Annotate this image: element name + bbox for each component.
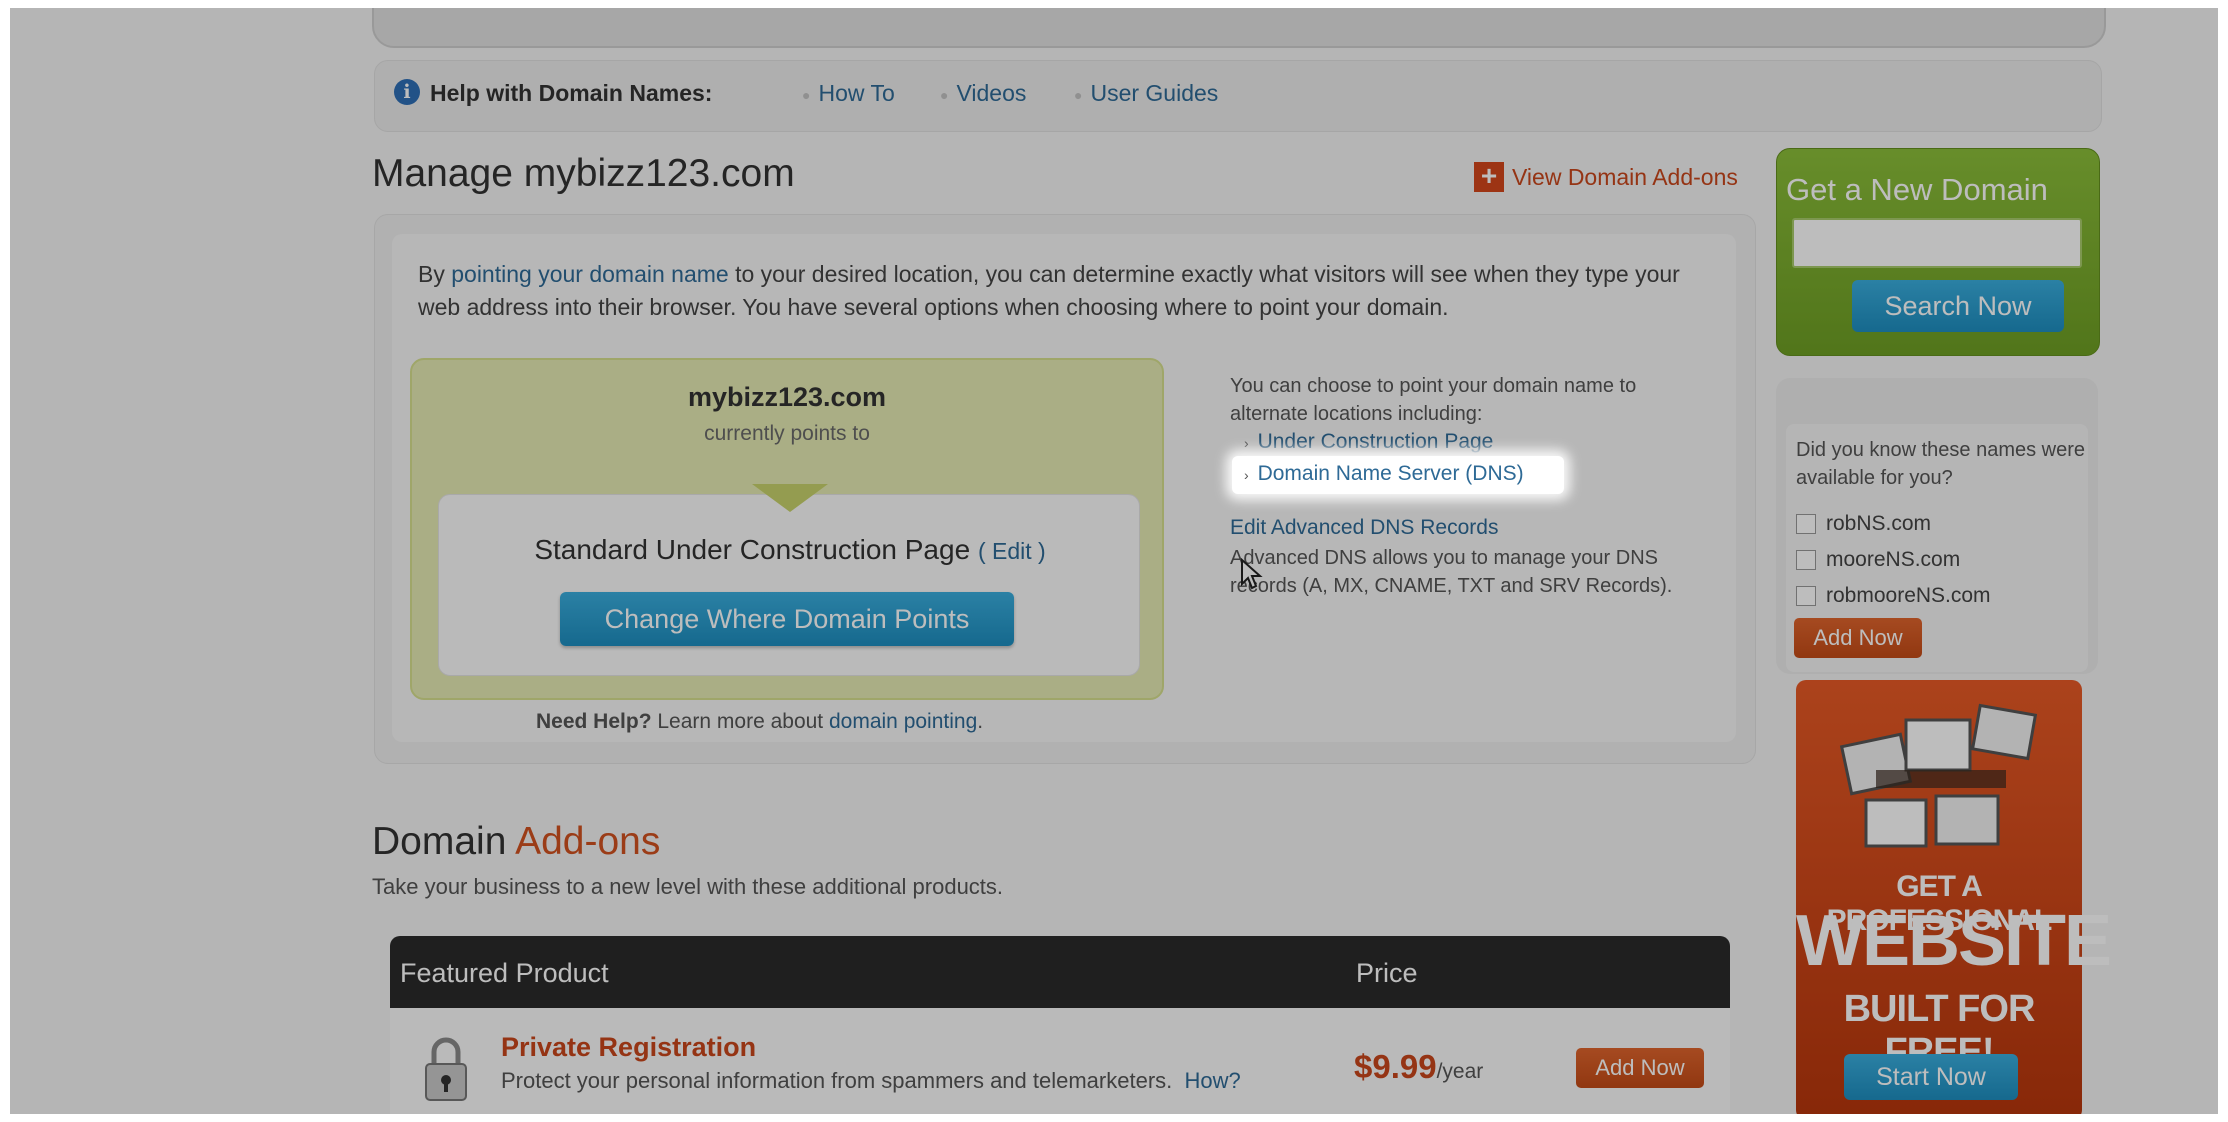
pointing-domain-link[interactable]: pointing your domain name: [451, 261, 728, 287]
dns-link-spotlight[interactable]: Domain Name Server (DNS): [1258, 462, 1524, 485]
intro-text: By pointing your domain name to your des…: [418, 258, 1718, 324]
user-guides-link[interactable]: User Guides: [1090, 80, 1218, 106]
ad-headline-2: WEBSITE: [1796, 901, 2112, 981]
new-domain-title: Get a New Domain: [1786, 172, 2048, 207]
pointer-arrow-icon: [752, 484, 828, 512]
current-target-label: Standard Under Construction Page: [534, 534, 971, 565]
need-help-label: Need Help?: [536, 710, 652, 733]
browser-viewport: i Help with Domain Names: ● How To ● Video…: [10, 8, 2218, 1114]
bullet-icon: ●: [1074, 86, 1083, 103]
product-description: Protect your personal information from s…: [501, 1068, 1241, 1094]
suggestion-label-1: robNS.com: [1826, 512, 1932, 535]
suggestion-checkbox-1[interactable]: [1796, 514, 1816, 534]
suggestions-title: Did you know these names were available …: [1796, 439, 2086, 489]
mouse-cursor-icon: [1241, 558, 1263, 590]
option-under-construction[interactable]: › Under Construction Page: [1244, 430, 1493, 454]
help-link-videos[interactable]: ● Videos: [940, 80, 1026, 107]
videos-link[interactable]: Videos: [956, 80, 1026, 106]
start-now-button[interactable]: Start Now: [1844, 1054, 2018, 1100]
pointing-options-text: You can choose to point your domain name…: [1230, 375, 1637, 425]
need-help: Need Help? Learn more about domain point…: [536, 710, 983, 734]
lock-icon: [425, 1037, 467, 1101]
bullet-icon: ●: [940, 86, 949, 103]
how-to-link[interactable]: How To: [818, 80, 894, 106]
edit-advanced-dns-link[interactable]: Edit Advanced DNS Records: [1230, 516, 1498, 540]
chevron-right-icon: ›: [1244, 467, 1249, 483]
suggestion-checkbox-3[interactable]: [1796, 586, 1816, 606]
bullet-icon: ●: [802, 86, 811, 103]
help-link-how-to[interactable]: ● How To: [802, 80, 895, 107]
suggestion-checkbox-2[interactable]: [1796, 550, 1816, 570]
addons-subtitle: Take your business to a new level with t…: [372, 874, 1004, 899]
product-price: $9.99/year: [1354, 1048, 1483, 1086]
price-period: /year: [1436, 1060, 1484, 1083]
search-now-button[interactable]: Search Now: [1852, 280, 2064, 332]
page-title: Manage mybizz123.com: [372, 152, 795, 195]
domain-addons-title: Domain Add-ons: [372, 820, 660, 864]
need-help-text: Learn more about: [651, 710, 829, 733]
help-title: Help with Domain Names:: [430, 80, 713, 106]
current-target: Standard Under Construction Page ( Edit …: [440, 534, 1140, 566]
add-suggestions-button[interactable]: Add Now: [1794, 618, 1922, 658]
addons-title-highlight: Add-ons: [515, 820, 661, 863]
add-private-registration-button[interactable]: Add Now: [1576, 1048, 1704, 1088]
change-where-domain-points-button[interactable]: Change Where Domain Points: [560, 592, 1014, 646]
plus-icon[interactable]: +: [1474, 162, 1504, 192]
private-registration-link[interactable]: Private Registration: [501, 1032, 756, 1063]
suggestion-label-3: robmooreNS.com: [1826, 584, 1991, 607]
intro-prefix: By: [418, 261, 452, 287]
suggestion-label-2: mooreNS.com: [1826, 548, 1961, 571]
option-dns-spotlight[interactable]: › Domain Name Server (DNS): [1244, 462, 1524, 486]
domain-pointing-link[interactable]: domain pointing: [829, 710, 977, 733]
chevron-right-icon: ›: [1244, 435, 1249, 451]
edit-link[interactable]: ( Edit ): [978, 538, 1046, 564]
current-target-box: [438, 494, 1140, 676]
addons-title-prefix: Domain: [372, 820, 516, 863]
under-construction-link[interactable]: Under Construction Page: [1258, 430, 1494, 453]
top-navigation-bar: [372, 8, 2106, 48]
domain-search-input[interactable]: [1792, 218, 2082, 268]
price-value: $9.99: [1354, 1048, 1437, 1085]
featured-product-header: Featured Product: [400, 958, 609, 988]
product-desc-text: Protect your personal information from s…: [501, 1068, 1173, 1093]
view-addons-link[interactable]: View Domain Add-ons: [1512, 164, 1738, 191]
help-link-user-guides[interactable]: ● User Guides: [1074, 80, 1218, 107]
period: .: [977, 710, 984, 733]
points-to-label: currently points to: [704, 422, 870, 445]
how-link[interactable]: How?: [1185, 1068, 1241, 1093]
domain-name: mybizz123.com: [687, 382, 887, 412]
advanced-dns-description: Advanced DNS allows you to manage your D…: [1230, 547, 1673, 597]
price-header: Price: [1356, 958, 1418, 988]
website-screens-illustration: [1839, 703, 2038, 848]
info-icon: i: [394, 79, 420, 105]
